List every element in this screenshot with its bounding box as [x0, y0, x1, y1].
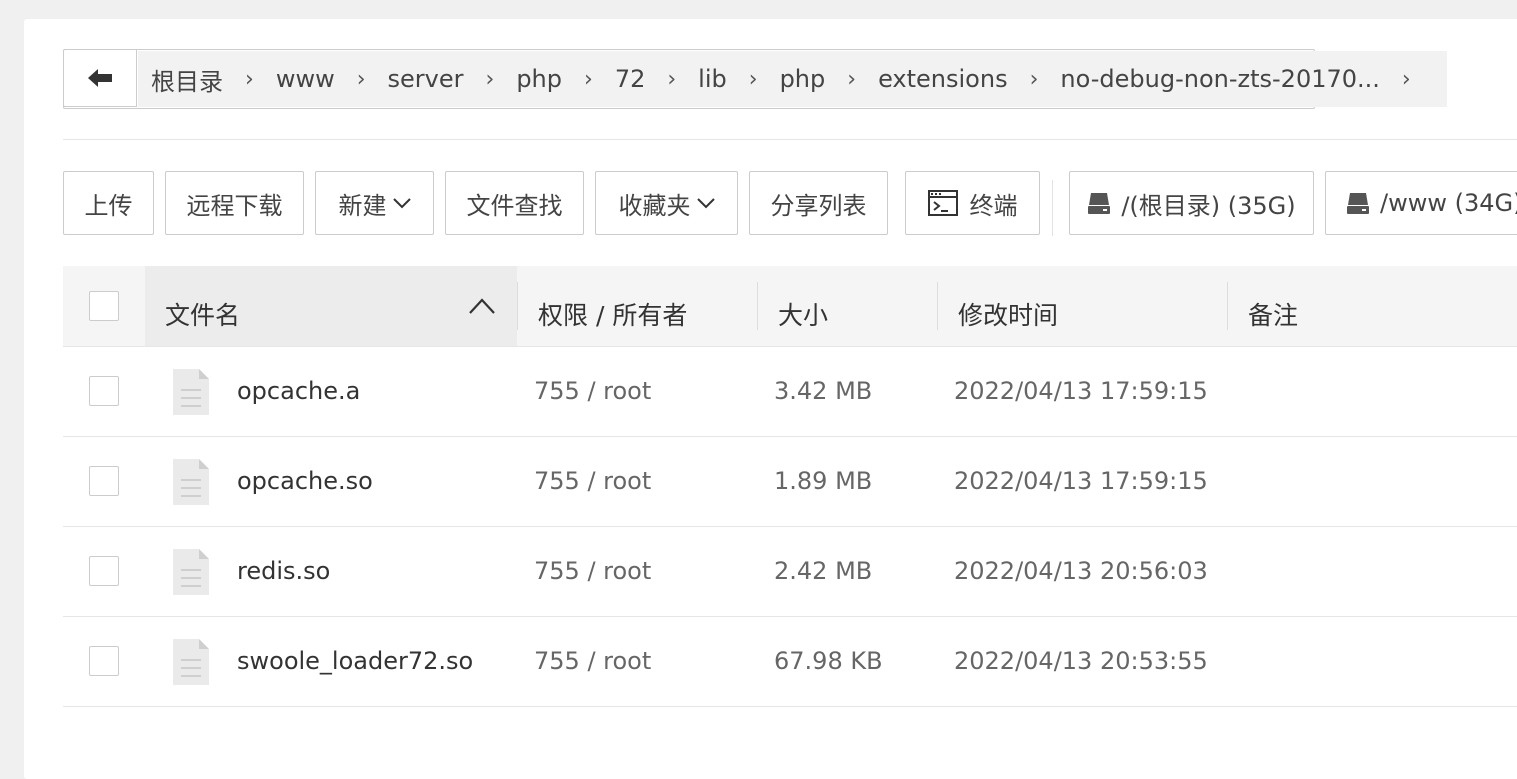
file-permission[interactable]: 755 / root	[534, 467, 651, 495]
breadcrumb-separator: ›	[1029, 66, 1039, 92]
breadcrumb-separator: ›	[667, 66, 677, 92]
favorites-label: 收藏夹	[618, 191, 691, 220]
breadcrumb-separator: ›	[485, 66, 495, 92]
file-name[interactable]: redis.so	[237, 557, 330, 585]
file-icon	[173, 459, 209, 505]
chevron-down-icon	[696, 198, 715, 209]
file-search-button[interactable]: 文件查找	[445, 171, 584, 235]
row-checkbox[interactable]	[89, 466, 119, 496]
breadcrumb-separator: ›	[584, 66, 593, 92]
breadcrumb-separator: ›	[356, 66, 366, 92]
file-name[interactable]: opcache.a	[237, 377, 360, 405]
chevron-down-icon	[392, 198, 411, 209]
column-divider	[1227, 282, 1228, 330]
file-modified: 2022/04/13 17:59:15	[954, 377, 1208, 405]
column-header-name[interactable]: 文件名	[165, 296, 240, 332]
row-checkbox[interactable]	[89, 376, 119, 406]
breadcrumb-item-root[interactable]: 根目录	[151, 62, 223, 97]
breadcrumb-item-lib[interactable]: lib	[698, 65, 727, 93]
file-modified: 2022/04/13 17:59:15	[954, 467, 1208, 495]
disk-root-label: /(根目录) (35G)	[1121, 191, 1296, 220]
terminal-button[interactable]: 终端	[905, 171, 1040, 235]
breadcrumb-item-server[interactable]: server	[388, 65, 464, 93]
file-modified: 2022/04/13 20:56:03	[954, 557, 1208, 585]
select-all-checkbox[interactable]	[89, 291, 119, 321]
row-checkbox[interactable]	[89, 556, 119, 586]
file-size: 1.89 MB	[774, 467, 873, 495]
file-icon	[173, 549, 209, 595]
share-list-button[interactable]: 分享列表	[749, 171, 888, 235]
file-icon	[173, 639, 209, 685]
column-header-permission[interactable]: 权限 / 所有者	[538, 296, 687, 332]
file-search-label: 文件查找	[466, 191, 563, 220]
row-checkbox[interactable]	[89, 646, 119, 676]
share-list-label: 分享列表	[770, 191, 867, 220]
breadcrumb-separator: ›	[245, 66, 254, 92]
file-size: 67.98 KB	[774, 647, 883, 675]
breadcrumb: 根目录 › www › server › php › 72 › lib › ph…	[138, 51, 1447, 107]
hard-drive-icon	[1347, 193, 1369, 214]
breadcrumb-item-current[interactable]: no-debug-non-zts-20170...	[1060, 65, 1380, 93]
breadcrumb-separator: ›	[1401, 66, 1411, 92]
upload-button[interactable]: 上传	[63, 171, 154, 235]
file-name[interactable]: swoole_loader72.so	[237, 647, 473, 675]
breadcrumb-separator: ›	[847, 66, 857, 92]
hard-drive-icon	[1088, 193, 1111, 214]
new-label: 新建	[338, 191, 387, 220]
breadcrumb-item-www[interactable]: www	[276, 65, 335, 93]
disk-www-label: /www (34G)	[1380, 189, 1517, 217]
chevron-up-icon[interactable]	[468, 297, 496, 315]
favorites-dropdown-button[interactable]: 收藏夹	[595, 171, 738, 235]
file-permission[interactable]: 755 / root	[534, 377, 651, 405]
file-icon	[173, 369, 209, 415]
column-header-note[interactable]: 备注	[1248, 296, 1298, 332]
remote-download-label: 远程下载	[186, 191, 283, 220]
column-divider	[937, 282, 938, 330]
remote-download-button[interactable]: 远程下载	[165, 171, 304, 235]
breadcrumb-separator: ›	[748, 66, 758, 92]
file-permission[interactable]: 755 / root	[534, 647, 651, 675]
file-name[interactable]: opcache.so	[237, 467, 373, 495]
column-header-size[interactable]: 大小	[778, 296, 828, 332]
file-size: 3.42 MB	[774, 377, 873, 405]
back-button[interactable]	[63, 49, 137, 107]
terminal-icon	[927, 190, 958, 216]
column-header-modified[interactable]: 修改时间	[958, 296, 1058, 332]
breadcrumb-item-php2[interactable]: php	[780, 65, 826, 93]
upload-label: 上传	[84, 191, 133, 220]
breadcrumb-item-extensions[interactable]: extensions	[878, 65, 1008, 93]
file-size: 2.42 MB	[774, 557, 873, 585]
file-permission[interactable]: 755 / root	[534, 557, 651, 585]
arrow-left-icon	[88, 69, 112, 87]
breadcrumb-item-72[interactable]: 72	[615, 65, 646, 93]
new-dropdown-button[interactable]: 新建	[315, 171, 434, 235]
column-divider	[517, 282, 518, 330]
toolbar-separator	[1052, 180, 1053, 236]
disk-root-button[interactable]: /(根目录) (35G)	[1069, 171, 1314, 235]
file-modified: 2022/04/13 20:53:55	[954, 647, 1208, 675]
terminal-label: 终端	[969, 191, 1018, 220]
breadcrumb-item-php[interactable]: php	[516, 65, 562, 93]
column-divider	[757, 282, 758, 330]
disk-www-button[interactable]: /www (34G)	[1325, 171, 1517, 235]
divider	[63, 139, 1517, 140]
